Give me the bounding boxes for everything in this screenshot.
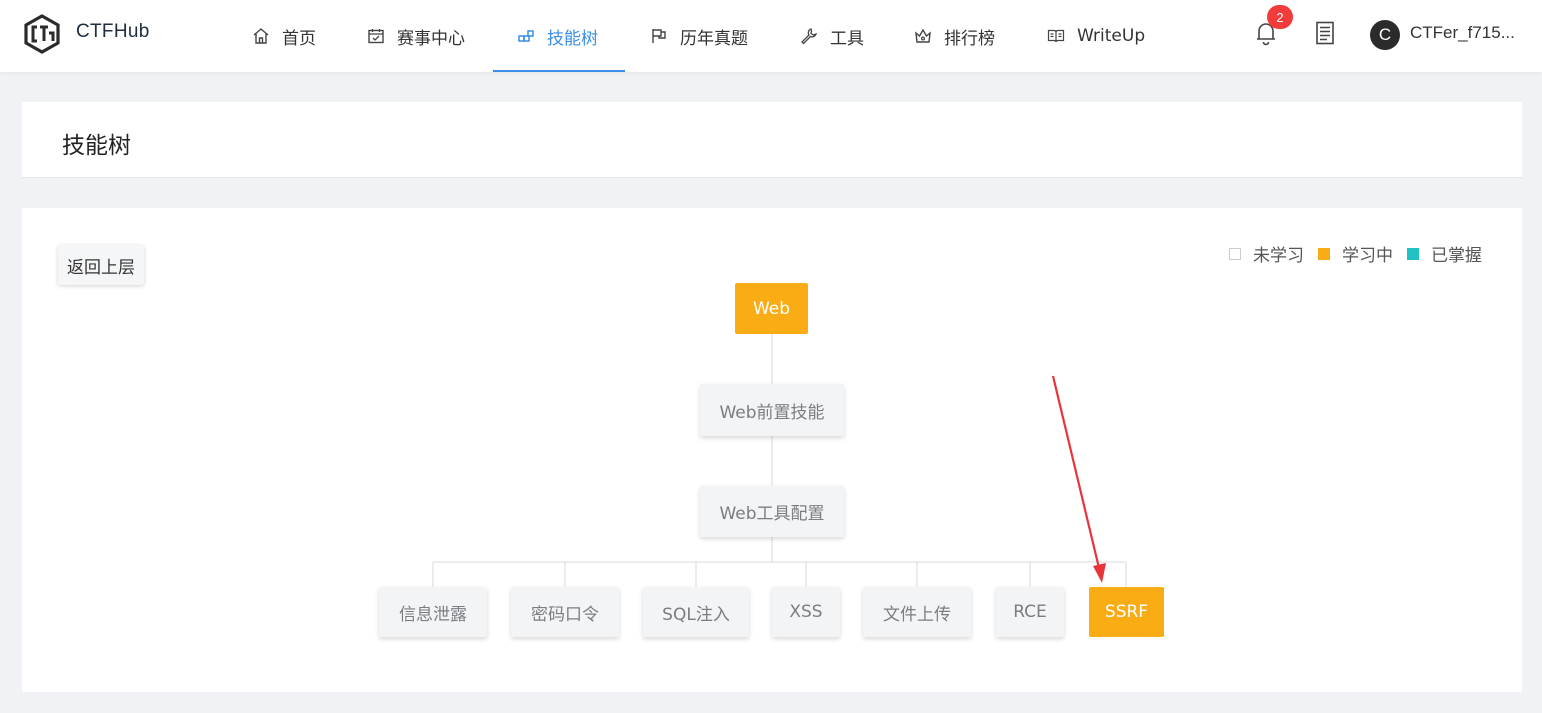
page-title: 技能树: [62, 133, 131, 159]
nav-writeup[interactable]: WriteUp: [1047, 0, 1145, 72]
nav-label: 排行榜: [944, 28, 995, 49]
status-legend: 未学习 学习中 已掌握: [1215, 241, 1482, 266]
username[interactable]: CTFer_f715...: [1410, 23, 1515, 43]
legend-label: 学习中: [1342, 246, 1393, 266]
legend-swatch-mastered: [1407, 247, 1419, 260]
document-list-icon[interactable]: [1315, 21, 1335, 45]
skill-node-ssrf[interactable]: SSRF: [1089, 587, 1164, 637]
top-navbar: CTFHub 首页 赛事中心 技能树 历年真题 工具 排行榜 WriteUp 2…: [0, 0, 1542, 72]
skill-node-info-leak[interactable]: 信息泄露: [379, 587, 487, 637]
legend-learning: 学习中: [1318, 241, 1393, 266]
skill-node-web-prerequisites[interactable]: Web前置技能: [700, 384, 844, 436]
skill-node-sql-injection[interactable]: SQL注入: [643, 587, 749, 637]
nav-label: 首页: [282, 28, 316, 49]
nav-home[interactable]: 首页: [252, 0, 316, 72]
calendar-icon: [368, 29, 384, 44]
skill-node-rce[interactable]: RCE: [996, 587, 1064, 637]
legend-label: 已掌握: [1431, 246, 1482, 266]
skill-tree-icon: [518, 30, 534, 42]
home-icon: [253, 28, 269, 44]
nav-events[interactable]: 赛事中心: [367, 0, 465, 72]
nav-skill-tree[interactable]: 技能树: [517, 0, 598, 72]
user-avatar[interactable]: C: [1370, 20, 1400, 50]
nav-label: WriteUp: [1077, 26, 1146, 46]
legend-swatch-learning: [1318, 247, 1330, 260]
legend-not-learned: 未学习: [1229, 241, 1304, 266]
page-header-card: 技能树: [22, 102, 1522, 178]
crown-icon: [915, 28, 931, 43]
skill-node-password[interactable]: 密码口令: [511, 587, 619, 637]
skill-node-web[interactable]: Web: [735, 283, 808, 334]
nav-label: 技能树: [547, 28, 598, 49]
ctfhub-logo-icon[interactable]: [22, 14, 62, 54]
notification-badge: 2: [1267, 5, 1293, 29]
nav-past-problems[interactable]: 历年真题: [650, 0, 748, 72]
flag-icon: [652, 29, 666, 43]
nav-leaderboard[interactable]: 排行榜: [914, 0, 995, 72]
book-icon: [1047, 29, 1065, 43]
skill-node-file-upload[interactable]: 文件上传: [863, 587, 971, 637]
skill-node-web-tool-config[interactable]: Web工具配置: [700, 486, 844, 537]
nav-label: 工具: [830, 28, 864, 49]
legend-mastered: 已掌握: [1407, 241, 1482, 266]
back-to-parent-button[interactable]: 返回上层: [58, 245, 144, 285]
legend-label: 未学习: [1253, 246, 1304, 266]
active-tab-indicator: [493, 70, 625, 72]
skill-tree-card: 返回上层 未学习 学习中 已掌握 Web Web前置技能 Web工具配置 信息泄…: [22, 208, 1522, 692]
skill-node-xss[interactable]: XSS: [772, 587, 840, 637]
nav-label: 赛事中心: [397, 28, 465, 49]
brand-name[interactable]: CTFHub: [76, 21, 150, 43]
nav-tools[interactable]: 工具: [800, 0, 864, 72]
wrench-icon: [801, 28, 818, 45]
nav-label: 历年真题: [680, 28, 748, 49]
legend-swatch-not-learned: [1229, 247, 1241, 260]
